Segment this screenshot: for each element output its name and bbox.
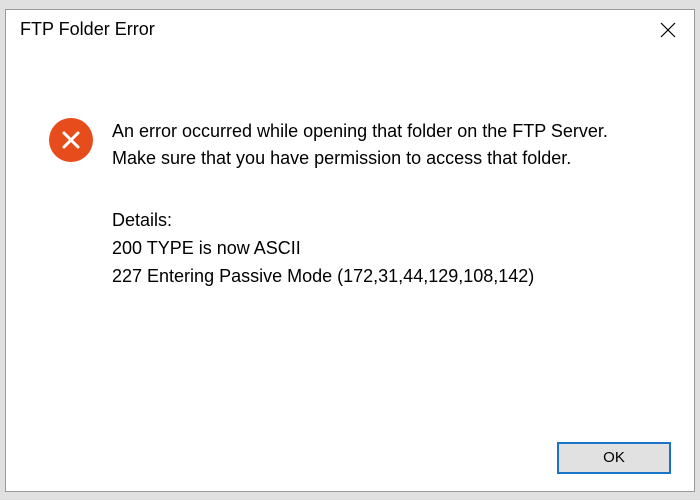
text-column: An error occurred while opening that fol… bbox=[106, 118, 664, 411]
error-icon bbox=[49, 118, 93, 162]
details-line-2: 227 Entering Passive Mode (172,31,44,129… bbox=[112, 262, 654, 291]
close-icon bbox=[660, 22, 676, 38]
icon-column bbox=[36, 118, 106, 411]
close-button[interactable] bbox=[656, 18, 680, 42]
details-label: Details: bbox=[112, 207, 654, 234]
details-line-1: 200 TYPE is now ASCII bbox=[112, 234, 654, 263]
button-row: OK bbox=[6, 431, 694, 491]
ok-button[interactable]: OK bbox=[558, 443, 670, 473]
titlebar: FTP Folder Error bbox=[6, 10, 694, 48]
error-message: An error occurred while opening that fol… bbox=[112, 118, 654, 172]
dialog-title: FTP Folder Error bbox=[20, 19, 155, 40]
error-dialog: FTP Folder Error An error occurred while… bbox=[5, 9, 695, 492]
dialog-content: An error occurred while opening that fol… bbox=[6, 48, 694, 431]
